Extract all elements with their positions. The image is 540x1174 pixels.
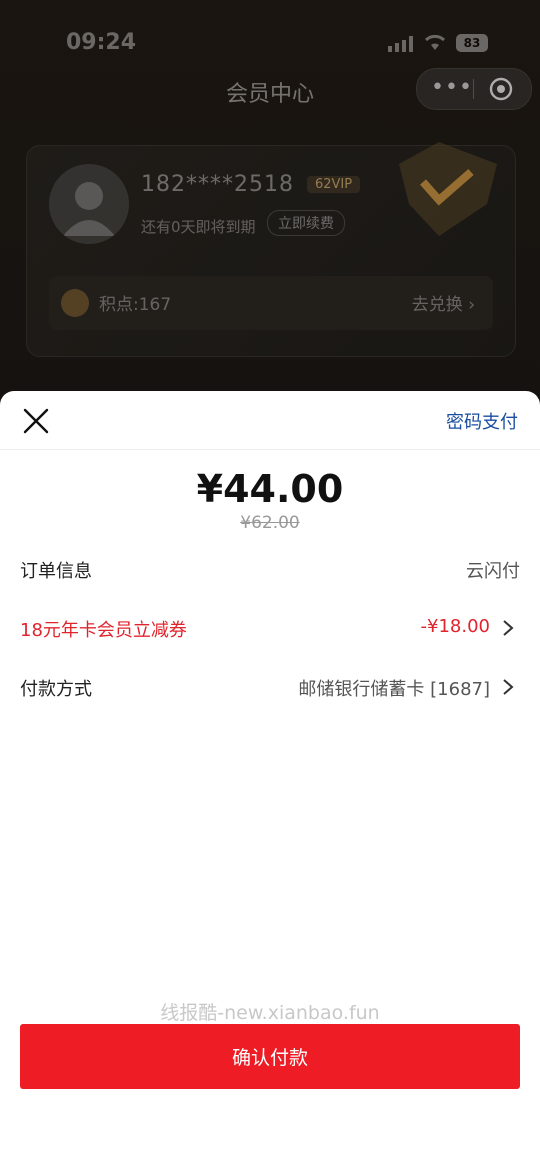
coupon-label: 18元年卡会员立减券 (20, 620, 187, 641)
vip-shield-icon (399, 142, 497, 236)
payment-method-value: 邮储银行储蓄卡 [1687] (298, 679, 490, 700)
mini-program-capsule: ••• (416, 68, 532, 110)
chevron-right-icon (503, 620, 514, 636)
redeem-link[interactable]: 去兑换 › (412, 290, 475, 315)
more-icon[interactable]: ••• (431, 69, 472, 109)
capsule-divider (473, 79, 474, 99)
payment-amount: ¥44.00 (196, 467, 344, 511)
points-bar[interactable]: 积点:167 去兑换 › (49, 276, 493, 330)
order-info-row: 订单信息 云闪付 (20, 553, 520, 583)
close-icon[interactable] (22, 407, 50, 435)
wifi-icon (424, 34, 446, 50)
member-card: 182****2518 62VIP 还有0天即将到期 立即续费 积点:167 去… (26, 142, 516, 357)
signal-icon (388, 36, 413, 52)
confirm-payment-button[interactable]: 确认付款 (20, 1024, 520, 1089)
watermark-text: 线报酷-new.xianbao.fun (160, 1002, 380, 1024)
status-bar: 09:24 83 (0, 28, 540, 60)
order-info-value: 云闪付 (466, 561, 520, 582)
status-time: 09:24 (66, 30, 137, 55)
payment-method-row[interactable]: 付款方式 邮储银行储蓄卡 [1687] (20, 671, 520, 701)
vip-badge: 62VIP (307, 176, 361, 193)
chevron-right-icon (503, 679, 514, 695)
coupon-discount: -¥18.00 (420, 616, 490, 637)
order-info-label: 订单信息 (20, 561, 92, 582)
coupon-row[interactable]: 18元年卡会员立减券 -¥18.00 (20, 612, 520, 642)
sheet-header: 密码支付 (0, 391, 540, 450)
points-label: 积点:167 (99, 295, 172, 315)
renew-button[interactable]: 立即续费 (267, 210, 345, 236)
password-pay-link[interactable]: 密码支付 (446, 408, 518, 434)
avatar-icon (63, 182, 115, 236)
close-circle-icon[interactable] (489, 77, 513, 101)
redeem-label: 去兑换 (411, 295, 463, 315)
member-phone: 182****2518 (141, 172, 294, 197)
payment-sheet: 密码支付 ¥44.00 ¥62.00 订单信息 云闪付 18元年卡会员立减券 -… (0, 391, 540, 1174)
star-icon (61, 289, 89, 317)
avatar (49, 164, 129, 244)
payment-method-label: 付款方式 (20, 679, 92, 700)
expire-text: 还有0天即将到期 (141, 218, 256, 236)
battery-icon: 83 (456, 34, 488, 52)
original-amount: ¥62.00 (240, 513, 300, 533)
